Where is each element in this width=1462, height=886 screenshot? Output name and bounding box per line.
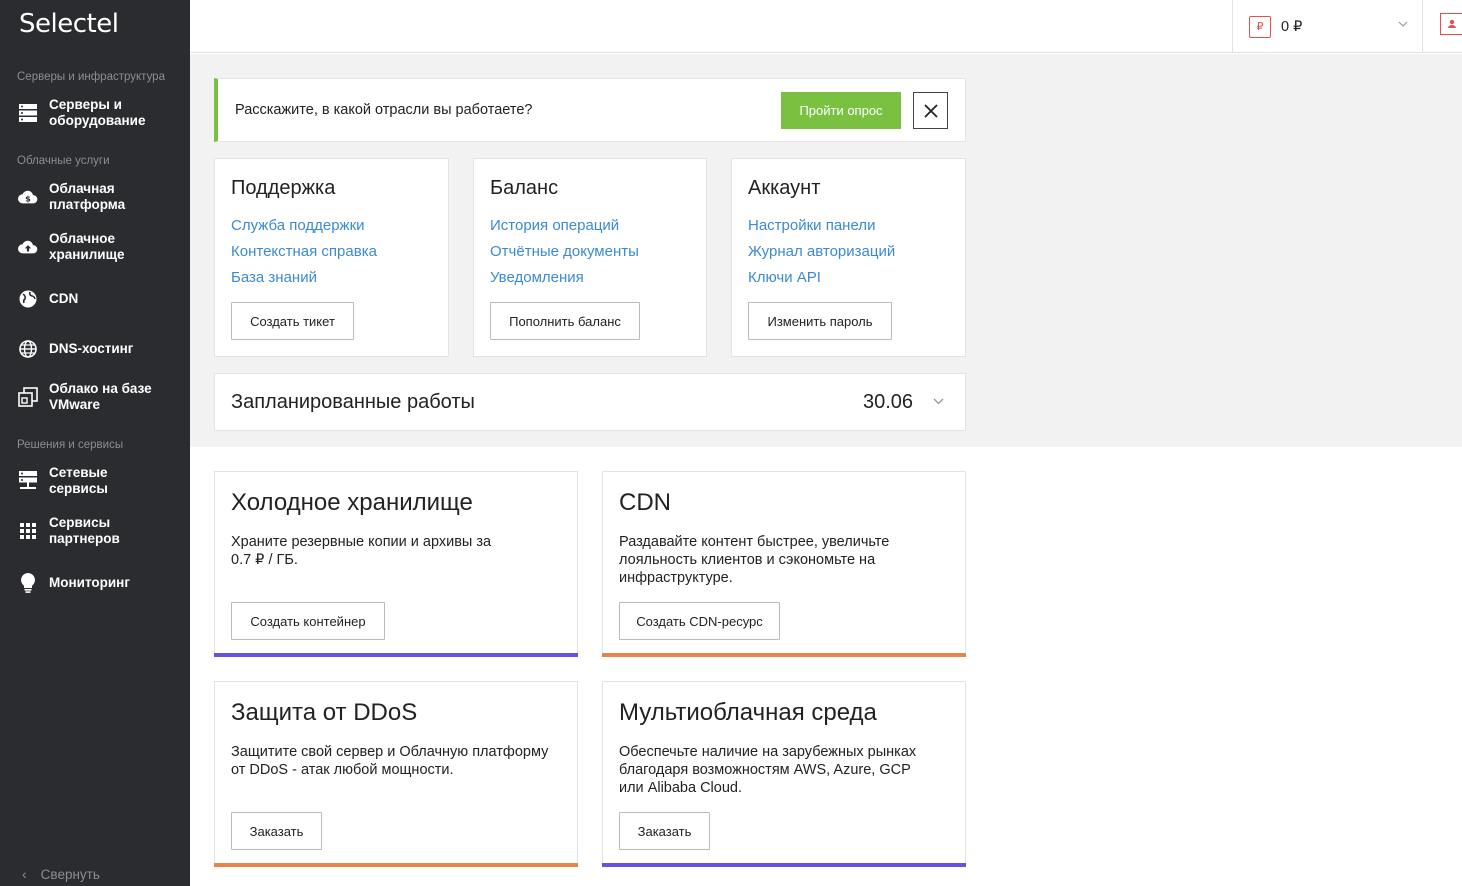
sidebar-item-label: DNS-хостинг	[49, 341, 134, 356]
vmware-icon	[18, 387, 38, 407]
collapse-label: Свернуть	[40, 866, 100, 882]
globe-icon	[18, 339, 38, 359]
sidebar-item-network[interactable]: Сетевые сервисы	[0, 465, 190, 497]
section-title-solutions: Решения и сервисы	[17, 439, 124, 451]
create-container-button[interactable]: Создать контейнер	[231, 602, 385, 640]
top-up-balance-button[interactable]: Пополнить баланс	[490, 302, 640, 340]
create-ticket-button[interactable]: Создать тикет	[231, 302, 354, 340]
promo-title: Защита от DDoS	[231, 699, 418, 726]
promo-accent-bar	[214, 653, 578, 657]
auth-log-link[interactable]: Журнал авторизаций	[748, 243, 895, 260]
promo-accent-bar	[214, 863, 578, 867]
change-password-button[interactable]: Изменить пароль	[748, 302, 892, 340]
sidebar-item-label: Серверы и оборудование	[49, 97, 146, 128]
create-cdn-resource-button[interactable]: Создать CDN-ресурс	[619, 602, 780, 640]
close-survey-button[interactable]	[913, 92, 948, 129]
notifications-link[interactable]: Уведомления	[490, 269, 584, 286]
globe-filled-icon	[18, 289, 38, 309]
promo-accent-bar	[602, 653, 966, 657]
bulb-icon	[18, 573, 38, 593]
card-title: Поддержка	[231, 177, 336, 199]
top-bar: ₽ 0 ₽	[190, 0, 1462, 53]
close-icon	[923, 103, 938, 118]
sidebar-item-label: Облако на базе VMware	[49, 381, 152, 412]
sidebar-item-vmware[interactable]: Облако на базе VMware	[0, 381, 190, 413]
cdn-promo: CDN Раздавайте контент быстрее, увеличьт…	[602, 471, 966, 657]
context-help-link[interactable]: Контекстная справка	[231, 243, 377, 260]
ddos-protection-promo: Защита от DDoS Защитите свой сервер и Об…	[214, 681, 578, 867]
section-title-infrastructure: Серверы и инфраструктура	[17, 71, 165, 83]
grid-icon	[18, 521, 38, 541]
order-multicloud-button[interactable]: Заказать	[619, 812, 710, 850]
svg-text:$: $	[25, 194, 31, 204]
sidebar-item-dns[interactable]: DNS-хостинг	[0, 339, 190, 359]
sidebar-item-label: Облачное хранилище	[49, 231, 125, 262]
sidebar-item-label: Облачная платформа	[49, 181, 126, 212]
take-survey-button[interactable]: Пройти опрос	[781, 92, 901, 129]
chevron-down-icon[interactable]	[933, 394, 944, 408]
server-icon	[18, 103, 38, 123]
balance-value: 0 ₽	[1281, 18, 1303, 35]
sidebar: Selectel Серверы и инфраструктура Сервер…	[0, 0, 190, 886]
sidebar-item-label: Сетевые сервисы	[49, 465, 108, 496]
operations-history-link[interactable]: История операций	[490, 217, 619, 234]
promo-title: Холодное хранилище	[231, 489, 473, 516]
planned-works-title: Запланированные работы	[231, 391, 475, 413]
api-keys-link[interactable]: Ключи API	[748, 269, 821, 286]
chevron-down-icon	[1398, 16, 1408, 30]
sidebar-item-servers[interactable]: Серверы и оборудование	[0, 97, 190, 129]
sidebar-item-label: Сервисы партнеров	[49, 515, 120, 546]
promo-title: Мультиоблачная среда	[619, 699, 877, 726]
promo-description: Защитите свой сервер и Облачную платформ…	[231, 744, 549, 778]
user-icon[interactable]	[1440, 13, 1462, 35]
knowledge-base-link[interactable]: База знаний	[231, 269, 317, 286]
sidebar-item-cloud-storage[interactable]: Облачное хранилище	[0, 231, 190, 263]
network-icon	[18, 471, 38, 491]
sidebar-item-label: CDN	[49, 291, 79, 306]
sidebar-item-cdn[interactable]: CDN	[0, 289, 190, 309]
balance-card: Баланс История операций Отчётные докумен…	[473, 158, 707, 357]
selectel-logo[interactable]: Selectel	[19, 9, 119, 39]
survey-text: Расскажите, в какой отрасли вы работаете…	[235, 102, 533, 118]
section-title-cloud: Облачные услуги	[17, 155, 110, 167]
ruble-icon: ₽	[1249, 15, 1271, 38]
panel-settings-link[interactable]: Настройки панели	[748, 217, 875, 234]
promo-title: CDN	[619, 489, 671, 516]
promo-description: Обеспечьте наличие на зарубежных рынках …	[619, 744, 917, 796]
survey-banner: Расскажите, в какой отрасли вы работаете…	[214, 78, 966, 142]
promo-description: Храните резервные копии и архивы за 0.7 …	[231, 534, 492, 568]
planned-works-panel[interactable]: Запланированные работы 30.06	[214, 373, 966, 431]
promo-description: Раздавайте контент быстрее, увеличьте ло…	[619, 534, 890, 586]
order-ddos-button[interactable]: Заказать	[231, 812, 322, 850]
collapse-sidebar-button[interactable]: ‹ Свернуть	[22, 866, 100, 882]
sidebar-item-label: Мониторинг	[49, 575, 130, 590]
promo-accent-bar	[602, 863, 966, 867]
card-title: Аккаунт	[748, 177, 821, 199]
support-card: Поддержка Служба поддержки Контекстная с…	[214, 158, 449, 357]
multicloud-promo: Мультиоблачная среда Обеспечьте наличие …	[602, 681, 966, 867]
sidebar-item-cloud-platform[interactable]: $ Облачная платформа	[0, 181, 190, 213]
report-documents-link[interactable]: Отчётные документы	[490, 243, 639, 260]
planned-works-date: 30.06	[863, 391, 914, 413]
cold-storage-promo: Холодное хранилище Храните резервные коп…	[214, 471, 578, 657]
balance-dropdown[interactable]: ₽ 0 ₽	[1232, 0, 1423, 53]
sidebar-item-partners[interactable]: Сервисы партнеров	[0, 515, 190, 547]
support-service-link[interactable]: Служба поддержки	[231, 217, 365, 234]
cloud-dollar-icon: $	[18, 187, 38, 207]
cloud-upload-icon	[18, 237, 38, 257]
chevron-left-icon: ‹	[22, 866, 27, 882]
account-card: Аккаунт Настройки панели Журнал авториза…	[731, 158, 966, 357]
sidebar-item-monitoring[interactable]: Мониторинг	[0, 573, 190, 593]
card-title: Баланс	[490, 177, 559, 199]
